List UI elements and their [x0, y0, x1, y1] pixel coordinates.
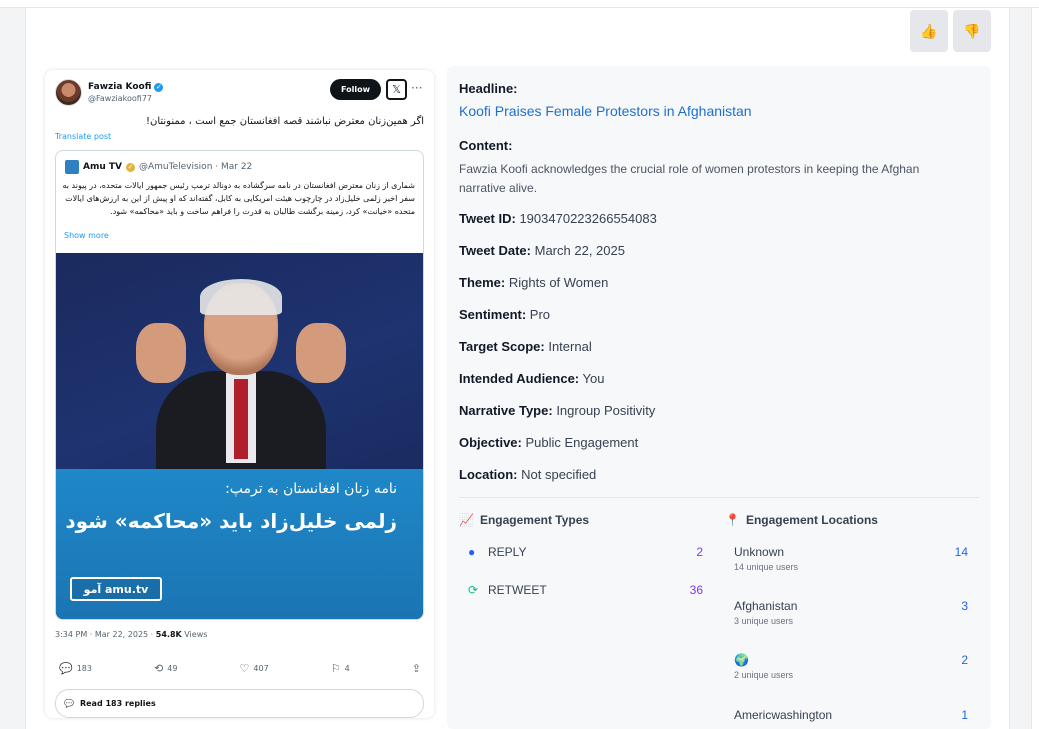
quoted-tweet[interactable]: Amu TV ✓ @AmuTelevision · Mar 22 شماری ا… [55, 150, 424, 620]
quote-handle-date: @AmuTelevision · Mar 22 [139, 162, 253, 172]
location-item[interactable]: Unknown 14 unique users 14 [734, 545, 968, 572]
reply-icon: 💬 [59, 662, 73, 675]
engagement-types-title: 📈 Engagement Types [459, 513, 590, 527]
tweet-embed: Fawzia Koofi ✓ @Fawziakoofi77 Follow 𝕏 ··… [45, 70, 434, 718]
bookmark-action[interactable]: ⚐ 4 [331, 662, 350, 675]
location-item[interactable]: Afghanistan 3 unique users 3 [734, 599, 968, 626]
retweet-icon: ⟲ [154, 662, 164, 675]
quote-image[interactable]: نامه زنان افغانستان به ترمپ: زلمی خلیل‌ز… [56, 253, 423, 619]
thumbs-up-button[interactable]: 👍 [910, 10, 948, 52]
content-text: Fawzia Koofi acknowledges the crucial ro… [459, 162, 920, 195]
content-label: Content: [459, 138, 513, 153]
chat-bubble-icon: ● [468, 545, 476, 559]
banner-line-2: زلمی خلیل‌زاد باید «محاکمه» شود [65, 509, 397, 533]
tweet-actions: 💬 183 ⟲ 49 ♡ 407 ⚐ 4 ⇪ [59, 662, 421, 675]
verified-icon: ✓ [126, 162, 135, 172]
tweet-author[interactable]: Fawzia Koofi ✓ @Fawziakoofi77 [55, 79, 164, 106]
share-icon: ⇪ [411, 662, 421, 675]
field-location: Location: Not specified [459, 467, 597, 482]
follow-button[interactable]: Follow [330, 79, 381, 100]
share-action[interactable]: ⇪ [412, 662, 421, 675]
heart-icon: ♡ [239, 662, 250, 675]
field-tweet-id: Tweet ID: 1903470223266554083 [459, 211, 657, 226]
location-item[interactable]: 🌍 2 unique users 2 [734, 653, 968, 680]
read-replies-button[interactable]: 💬 Read 183 replies [55, 689, 424, 718]
show-more-link[interactable]: Show more [64, 231, 109, 240]
divider [459, 497, 979, 498]
thumbs-up-icon: 👍 [920, 22, 938, 39]
like-action[interactable]: ♡ 407 [240, 662, 269, 675]
thumbs-down-icon: 👎 [963, 22, 981, 39]
field-sentiment: Sentiment: Pro [459, 307, 551, 322]
amu-tv-brand: آمو amu.tv [70, 577, 162, 601]
thumbs-down-button[interactable]: 👎 [953, 10, 991, 52]
field-narrative-type: Narrative Type: Ingroup Positivity [459, 403, 656, 418]
tweet-text: اگر همین‌زنان معترض نباشند قصه افغانستان… [145, 116, 424, 127]
line-chart-icon: 📈 [459, 513, 474, 527]
field-intended-audience: Intended Audience: You [459, 371, 605, 386]
map-pin-icon: 📍 [725, 513, 740, 527]
field-objective: Objective: Public Engagement [459, 435, 639, 450]
translate-link[interactable]: Translate post [55, 132, 111, 141]
field-theme: Theme: Rights of Women [459, 275, 609, 290]
tweet-details-panel: Headline: Koofi Praises Female Protestor… [447, 66, 991, 729]
more-options-icon[interactable]: ··· [411, 81, 422, 95]
bookmark-icon: ⚐ [330, 662, 341, 675]
top-bar [0, 0, 1039, 8]
headline-label: Headline: [459, 81, 518, 96]
verified-icon: ✓ [154, 82, 164, 92]
location-item[interactable]: Americwashington 1 [734, 708, 968, 725]
engagement-locations-title: 📍 Engagement Locations [725, 513, 878, 527]
scrollbar[interactable] [1031, 8, 1039, 729]
avatar[interactable] [55, 79, 82, 106]
chat-bubble-icon: 💬 [64, 699, 74, 708]
x-logo-icon[interactable]: 𝕏 [386, 79, 407, 100]
tweet-timestamp[interactable]: 3:34 PM · Mar 22, 2025 · 54.8K Views [55, 630, 207, 639]
quote-author-name: Amu TV [83, 162, 122, 172]
quote-text: شماری از زنان معترض افغانستان در نامه سر… [62, 181, 415, 216]
field-target-scope: Target Scope: Internal [459, 339, 592, 354]
reply-action[interactable]: 💬 183 [59, 662, 92, 675]
headline-link[interactable]: Koofi Praises Female Protestors in Afgha… [459, 103, 752, 119]
person-photo [136, 279, 346, 501]
image-banner: نامه زنان افغانستان به ترمپ: زلمی خلیل‌ز… [56, 469, 423, 619]
retweet-action[interactable]: ⟲ 49 [154, 662, 177, 675]
field-tweet-date: Tweet Date: March 22, 2025 [459, 243, 625, 258]
banner-line-1: نامه زنان افغانستان به ترمپ: [225, 481, 397, 497]
engagement-type-reply[interactable]: ● REPLY 2 [468, 545, 703, 559]
author-name[interactable]: Fawzia Koofi [88, 82, 151, 92]
amu-tv-logo [65, 160, 79, 174]
author-handle[interactable]: @Fawziakoofi77 [88, 94, 163, 103]
retweet-icon: ⟳ [468, 583, 479, 597]
engagement-type-retweet[interactable]: ⟳ RETWEET 36 [468, 583, 703, 597]
